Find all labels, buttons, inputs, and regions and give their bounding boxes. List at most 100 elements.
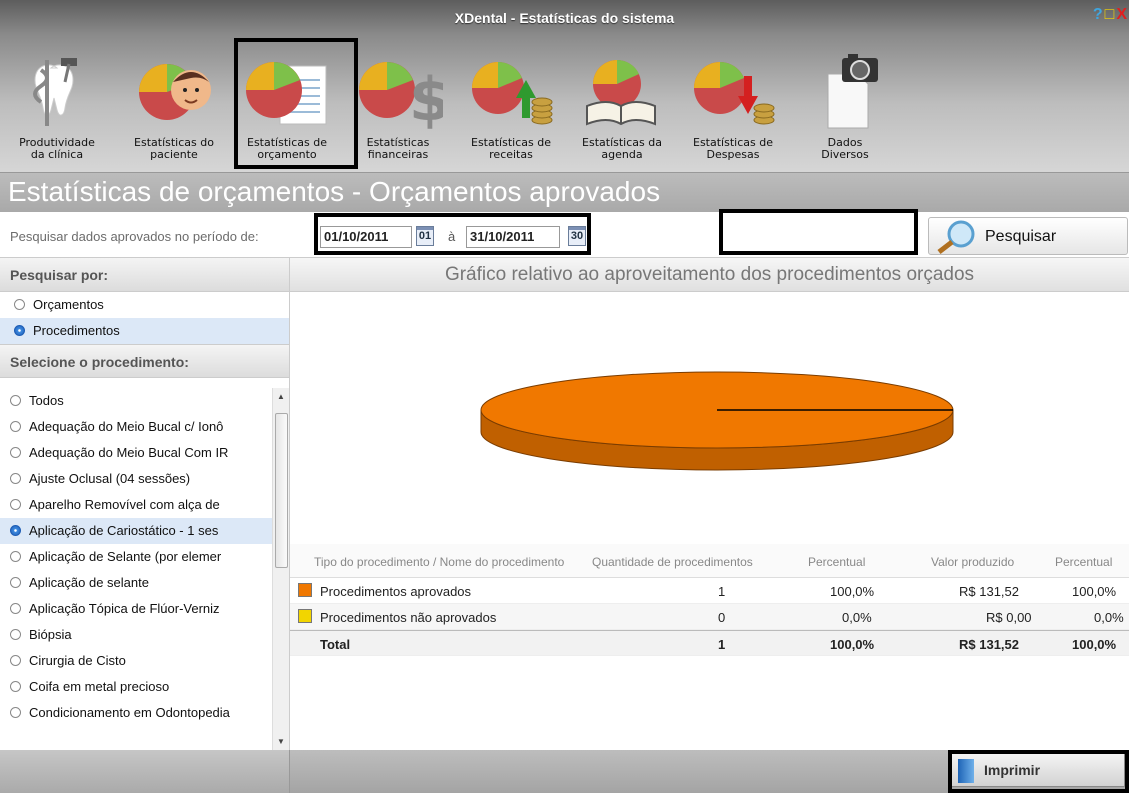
camera-document-icon — [827, 54, 878, 129]
list-item-label: Condicionamento em Odontopedia — [29, 705, 230, 720]
close-icon[interactable]: X — [1116, 6, 1129, 23]
list-item[interactable]: Aplicação de Selante (por elemer — [0, 544, 272, 570]
toolbar-label: Estatísticas financeiras — [366, 136, 430, 161]
procedure-list[interactable]: Todos Adequação do Meio Bucal c/ Ionô Ad… — [0, 388, 290, 750]
row-value-pct: 100,0% — [1072, 584, 1117, 599]
legend-swatch — [298, 609, 312, 623]
toolbar-produtividade[interactable]: Produtividade da clínica — [2, 38, 112, 168]
radio-icon — [10, 447, 21, 458]
list-item-label: Coifa em metal precioso — [29, 679, 170, 694]
radio-icon — [10, 681, 21, 692]
print-highlight — [948, 750, 1129, 793]
list-item-label: Adequação do Meio Bucal Com IR — [29, 445, 229, 460]
search-button[interactable]: Pesquisar — [928, 217, 1128, 255]
chart-title: Gráfico relativo ao aproveitamento dos p… — [290, 258, 1129, 292]
list-item-label: Aplicação Tópica de Flúor-Verniz — [29, 601, 220, 616]
date-range-highlight — [314, 213, 591, 255]
col-percentual: Percentual — [808, 555, 866, 569]
sidebar: Pesquisar por: Orçamentos Procedimentos … — [0, 258, 290, 750]
toolbar-agenda[interactable]: Estatísticas da agenda — [567, 38, 677, 168]
window-title: XDental - Estatísticas do sistema — [454, 10, 675, 26]
toolbar-label: Estatísticas da agenda — [582, 136, 662, 161]
total-value: R$ 131,52 — [959, 637, 1019, 652]
radio-orcamentos[interactable]: Orçamentos — [0, 292, 289, 318]
radio-procedimentos[interactable]: Procedimentos — [0, 318, 289, 344]
list-item-label: Aplicação de Cariostático - 1 ses — [29, 523, 219, 538]
radio-label: Procedimentos — [33, 323, 120, 338]
blank-highlight-box — [719, 209, 918, 255]
table-header: Tipo do procedimento / Nome do procedime… — [290, 544, 1129, 578]
list-item-label: Adequação do Meio Bucal c/ Ionô — [29, 419, 224, 434]
list-item[interactable]: Todos — [0, 388, 272, 414]
list-item[interactable]: Biópsia — [0, 622, 272, 648]
radio-icon — [10, 551, 21, 562]
row-name: Procedimentos aprovados — [320, 584, 472, 599]
total-qty: 1 — [718, 637, 726, 652]
title-bar: XDental - Estatísticas do sistema ?□X Pr… — [0, 0, 1129, 172]
scrollbar-thumb[interactable] — [275, 413, 288, 568]
toolbar-dados-diversos[interactable]: Dados Diversos — [790, 38, 900, 168]
table-total-row: Total 1 100,0% R$ 131,52 100,0% — [290, 630, 1129, 656]
procedure-header: Selecione o procedimento: — [0, 344, 289, 378]
radio-icon — [14, 299, 25, 310]
procedure-scrollbar[interactable]: ▲ ▼ — [272, 388, 289, 750]
list-item-label: Aparelho Removível com alça de — [29, 497, 220, 512]
list-item[interactable]: Cirurgia de Cisto — [0, 648, 272, 674]
radio-icon — [10, 629, 21, 640]
row-value: R$ 131,52 — [959, 584, 1019, 599]
total-pct: 100,0% — [830, 637, 875, 652]
list-item[interactable]: Aplicação Tópica de Flúor-Verniz — [0, 596, 272, 622]
scroll-up-icon[interactable]: ▲ — [277, 392, 285, 401]
radio-icon — [10, 421, 21, 432]
list-item[interactable]: Condicionamento em Odontopedia — [0, 700, 272, 726]
footer-left — [0, 750, 290, 793]
list-item-label: Aplicação de selante — [29, 575, 149, 590]
radio-icon — [10, 395, 21, 406]
search-icon — [937, 220, 975, 254]
toolbar-despesas[interactable]: Estatísticas de Despesas — [678, 38, 788, 168]
tooth-caduceus-icon — [33, 58, 77, 126]
list-item[interactable]: Aparelho Removível com alça de — [0, 492, 272, 518]
page-title: Estatísticas de orçamentos - Orçamentos … — [0, 172, 1129, 212]
table-row[interactable]: Procedimentos aprovados 1 100,0% R$ 131,… — [290, 578, 1129, 604]
row-qty: 1 — [718, 584, 726, 599]
list-item[interactable]: Ajuste Oclusal (04 sessões) — [0, 466, 272, 492]
radio-icon — [10, 655, 21, 666]
pie-expenses-icon — [694, 62, 775, 125]
search-by-header: Pesquisar por: — [0, 258, 289, 292]
list-item-label: Cirurgia de Cisto — [29, 653, 126, 668]
toolbar-receitas[interactable]: Estatísticas de receitas — [456, 38, 566, 168]
list-item[interactable]: Adequação do Meio Bucal c/ Ionô — [0, 414, 272, 440]
col-percentual-valor: Percentual — [1055, 555, 1113, 569]
pie-dollar-icon: $ — [359, 62, 443, 130]
list-item[interactable]: Coifa em metal precioso — [0, 674, 272, 700]
toolbar-label: Estatísticas de receitas — [471, 136, 551, 161]
summary-table: Tipo do procedimento / Nome do procedime… — [290, 544, 1129, 656]
list-item[interactable]: Aplicação de selante — [0, 570, 272, 596]
pie-revenue-icon — [472, 62, 553, 125]
total-value-pct: 100,0% — [1072, 637, 1117, 652]
scroll-down-icon[interactable]: ▼ — [277, 737, 285, 746]
list-item-selected[interactable]: Aplicação de Cariostático - 1 ses — [0, 518, 272, 544]
toolbar-financeiras[interactable]: $ Estatísticas financeiras — [343, 38, 453, 168]
radio-icon — [10, 473, 21, 484]
toolbar-paciente[interactable]: Estatísticas do paciente — [119, 38, 229, 168]
toolbar-label: Produtividade da clínica — [19, 136, 95, 161]
col-quantidade: Quantidade de procedimentos — [592, 555, 753, 569]
toolbar-label: Estatísticas de Despesas — [693, 136, 773, 161]
radio-icon — [10, 603, 21, 614]
total-label: Total — [320, 637, 351, 652]
maximize-icon[interactable]: □ — [1105, 6, 1117, 23]
help-icon[interactable]: ? — [1093, 6, 1105, 23]
chart-panel: Gráfico relativo ao aproveitamento dos p… — [290, 258, 1129, 750]
selected-toolbar-highlight — [234, 38, 358, 169]
radio-icon — [14, 325, 25, 336]
list-item[interactable]: Adequação do Meio Bucal Com IR — [0, 440, 272, 466]
list-item-label: Biópsia — [29, 627, 72, 642]
radio-icon — [10, 707, 21, 718]
pie-chart — [480, 371, 954, 471]
row-name: Procedimentos não aprovados — [320, 610, 497, 625]
table-row[interactable]: Procedimentos não aprovados 0 0,0% R$ 0,… — [290, 604, 1129, 630]
period-label: Pesquisar dados aprovados no período de: — [10, 229, 259, 244]
search-button-label: Pesquisar — [985, 228, 1057, 245]
